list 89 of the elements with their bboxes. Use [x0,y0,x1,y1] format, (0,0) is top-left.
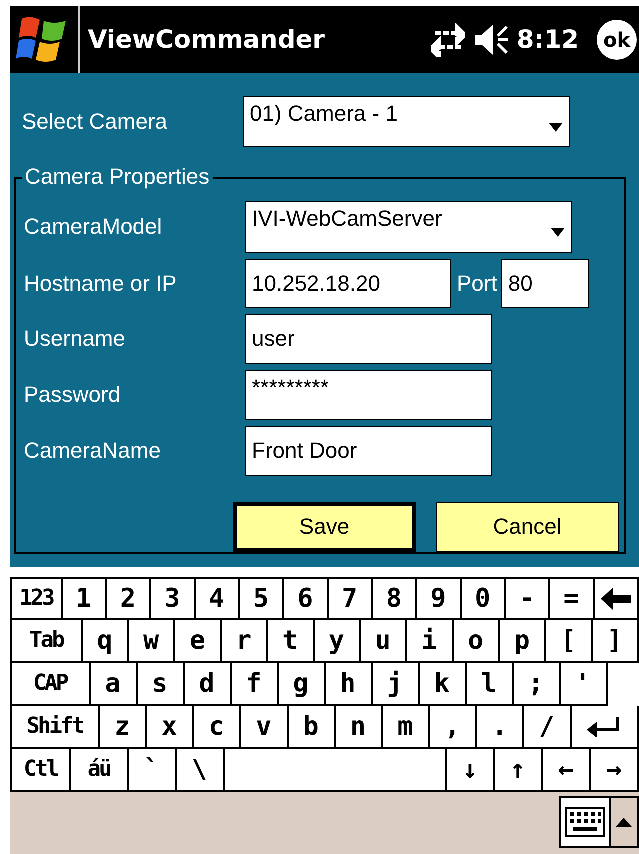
keyboard-key[interactable]: c [194,706,242,749]
keyboard-key[interactable]: [ [546,620,593,663]
keyboard-key[interactable]: n [336,706,383,749]
keyboard-key[interactable]: = [550,577,595,620]
keyboard-key[interactable]: ] [592,620,639,663]
keyboard-key[interactable]: CAP [10,663,90,706]
keyboard-key[interactable]: ↑ [495,749,544,792]
keyboard-key[interactable]: , [430,706,478,749]
input-menu-button[interactable] [611,796,639,848]
keyboard-icon [565,807,605,837]
keyboard-key[interactable]: Ctl [10,749,72,792]
keyboard-key[interactable]: Tab [10,620,83,663]
keyboard-key[interactable]: z [100,706,147,749]
keyboard-key[interactable]: s [138,663,184,706]
keyboard-key[interactable]: q [82,620,130,663]
keyboard-key[interactable]: ↓ [447,749,496,792]
keyboard-key[interactable]: 6 [284,577,329,620]
dropdown-arrow-icon [551,228,565,237]
keyboard-key[interactable]: . [477,706,524,749]
keyboard-key[interactable]: x [146,706,194,749]
keyboard-key[interactable]: - [506,577,550,620]
keyboard-key[interactable]: Shift [10,706,100,749]
keyboard-key[interactable]: a [90,663,138,706]
up-triangle-icon [616,818,632,826]
keyboard-key[interactable]: / [524,706,572,749]
keyboard-key[interactable]: 1 [62,577,108,620]
text-field[interactable]: ********* [245,370,492,420]
clock-time: 8:12 [516,25,579,54]
field-label: Username [23,326,126,352]
keyboard-key[interactable]: áü [71,749,129,792]
keyboard-key[interactable]: l [466,663,514,706]
keyboard-key[interactable]: 4 [196,577,240,620]
dropdown-arrow-icon [549,123,563,132]
keyboard-key[interactable]: g [278,663,326,706]
keyboard-key[interactable]: k [420,663,466,706]
speaker-muted-icon [472,22,509,56]
keyboard-key[interactable]: b [288,706,336,749]
keyboard-key[interactable]: e [175,620,222,663]
app-title: ViewCommander [88,25,326,54]
keyboard-key[interactable]: 123 [10,577,63,620]
port-label: Port [457,270,498,296]
keyboard-key[interactable]: t [268,620,315,663]
field-label: CameraModel [23,214,164,240]
text-field[interactable]: 10.252.18.20 [245,259,451,308]
keyboard-key[interactable]: 5 [240,577,284,620]
keyboard-key[interactable]: → [591,749,639,792]
keyboard-key[interactable]: h [326,663,372,706]
sync-arrows-icon [430,22,465,56]
camera-dropdown[interactable]: 01) Camera - 1 [243,96,570,147]
field-label: CameraName [23,438,162,464]
keyboard-key[interactable]: d [184,663,232,706]
keyboard-key[interactable]: w [129,620,176,663]
port-field[interactable]: 80 [501,259,590,308]
keyboard-key[interactable]: 9 [417,577,462,620]
keyboard-key[interactable]: 0 [462,577,506,620]
keyboard-key[interactable]: o [454,620,500,663]
enter-key[interactable] [572,706,639,749]
keyboard-key[interactable]: m [382,706,430,749]
field-label: Hostname or IP [23,270,178,296]
text-field[interactable]: user [245,314,492,364]
keyboard-key[interactable]: r [222,620,268,663]
backspace-key[interactable] [594,577,639,620]
text-field[interactable]: Front Door [245,426,492,476]
keyboard-key[interactable]: ` [128,749,177,792]
keyboard-key[interactable]: ' [560,663,608,706]
enter-icon [587,716,622,736]
keyboard-key[interactable]: v [241,706,288,749]
dialog-button[interactable]: Cancel [436,502,619,552]
field-label: Select Camera [21,108,169,134]
keyboard-key[interactable]: \ [176,749,225,792]
keyboard-key[interactable]: i [407,620,454,663]
keyboard-key[interactable]: u [360,620,408,663]
space-key[interactable] [224,749,448,792]
keyboard-key[interactable]: 8 [372,577,418,620]
model-dropdown[interactable]: IVI-WebCamServer [245,201,572,253]
keyboard-key[interactable]: f [232,663,278,706]
ok-button[interactable]: ok [597,20,637,60]
left-arrow-icon [600,588,631,610]
keyboard-key[interactable]: p [500,620,546,663]
keyboard-key[interactable]: 2 [107,577,152,620]
field-label: Password [23,382,122,408]
keyboard-key[interactable]: 7 [328,577,373,620]
keyboard-toggle-button[interactable] [559,796,611,848]
keyboard-key[interactable]: ; [514,663,560,706]
keyboard-key[interactable]: j [372,663,420,706]
dialog-button[interactable]: Save [233,502,416,552]
keyboard-key[interactable]: ← [543,749,592,792]
keyboard-key[interactable]: 3 [151,577,196,620]
keyboard-key[interactable]: y [314,620,361,663]
